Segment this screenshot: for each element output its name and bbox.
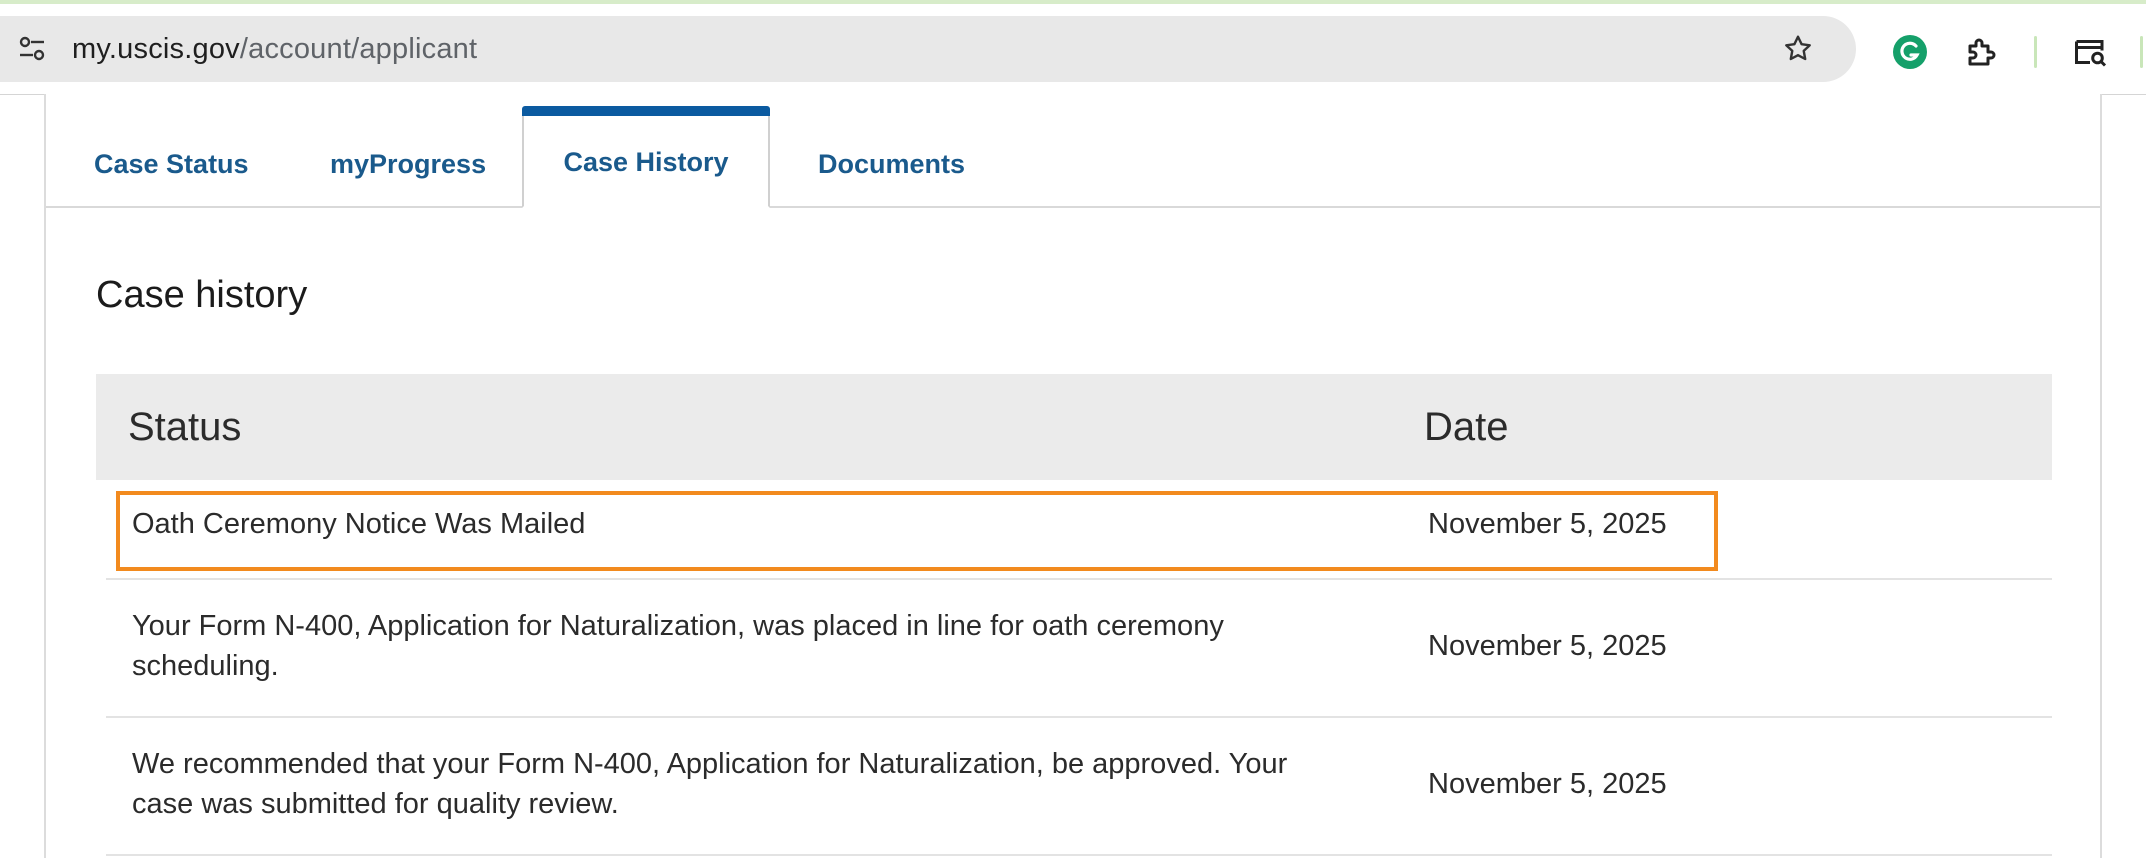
row-date: November 5, 2025 [1428, 768, 1667, 800]
section-title: Case history [96, 274, 308, 316]
column-header-status: Status [128, 405, 242, 449]
tab-myprogress[interactable]: myProgress [330, 94, 486, 206]
toolbar-separator [2034, 36, 2037, 68]
case-card: Case Status myProgress Case History Docu… [44, 94, 2102, 858]
row-date: November 5, 2025 [1428, 630, 1667, 662]
row-status: Oath Ceremony Notice Was Mailed [132, 508, 586, 540]
case-tabs: Case Status myProgress Case History Docu… [46, 94, 2100, 208]
tab-case-status[interactable]: Case Status [94, 94, 249, 206]
bookmark-star-icon[interactable] [1780, 31, 1816, 67]
url-text[interactable]: my.uscis.gov/account/applicant [72, 16, 477, 82]
column-header-date: Date [1424, 405, 1509, 449]
row-date: November 5, 2025 [1428, 508, 1667, 540]
site-info-icon[interactable] [14, 31, 50, 67]
row-status: We recommended that your Form N-400, App… [132, 748, 1288, 820]
extensions-icon[interactable] [1962, 32, 2002, 72]
address-bar[interactable]: my.uscis.gov/account/applicant [0, 16, 1856, 82]
url-path: /account/applicant [239, 33, 478, 65]
table-header: Status Date [96, 374, 2052, 480]
table-row: We recommended that your Form N-400, App… [106, 718, 2052, 856]
table-row: Your Form N-400, Application for Natural… [106, 580, 2052, 718]
tab-documents[interactable]: Documents [818, 94, 965, 206]
tab-search-icon[interactable] [2070, 32, 2110, 72]
row-status: Your Form N-400, Application for Natural… [132, 610, 1224, 682]
toolbar-separator-right [2140, 36, 2143, 68]
tab-case-history[interactable]: Case History [522, 106, 770, 208]
grammarly-icon[interactable] [1890, 32, 1930, 72]
table-row: Oath Ceremony Notice Was Mailed November… [106, 480, 2052, 580]
url-domain: my.uscis.gov [72, 33, 240, 65]
browser-toolbar: my.uscis.gov/account/applicant [0, 4, 2146, 95]
